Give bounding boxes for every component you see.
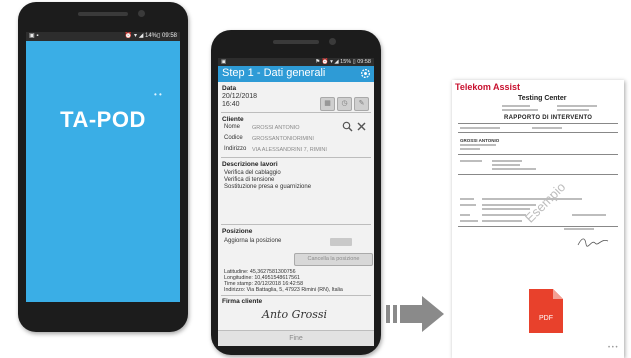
descrizione-line: Verifica del cablaggio xyxy=(224,170,281,176)
posizione-label: Posizione xyxy=(222,228,253,235)
time-value[interactable]: 16:40 xyxy=(222,101,240,108)
form-screen: ▣ ⚑ ⏰ ▾ ◢ 15% ▯ 09:58 Step 1 - Dati gene… xyxy=(218,58,374,346)
doc-text xyxy=(460,204,476,206)
doc-text xyxy=(572,214,606,216)
doc-text xyxy=(482,198,582,200)
settings-icon[interactable] xyxy=(360,68,371,79)
doc-text xyxy=(460,127,500,129)
cliente-label: Cliente xyxy=(222,116,244,123)
watermark: Esempio xyxy=(522,179,569,226)
aggiorna-toggle[interactable] xyxy=(330,238,352,246)
indirizzo-label: Indirizzo xyxy=(224,146,247,152)
clock-icon[interactable]: ◷ xyxy=(337,97,352,111)
doc-text xyxy=(460,214,470,216)
status-left: ▣ ▪ xyxy=(29,33,39,39)
doc-text xyxy=(492,160,522,162)
page-title: Step 1 - Dati generali xyxy=(222,67,326,79)
codice-field[interactable]: GROSSANTONIORIMINI xyxy=(252,136,314,142)
header-text xyxy=(502,105,530,107)
document-signature xyxy=(577,238,609,247)
app-bar: Step 1 - Dati generali xyxy=(218,66,374,82)
doc-text xyxy=(564,228,594,230)
status-bar: ▣ ⚑ ⏰ ▾ ◢ 15% ▯ 09:58 xyxy=(218,58,374,66)
doc-text xyxy=(532,127,562,129)
header-text xyxy=(557,105,597,107)
brand-name: Telekom Assist xyxy=(455,82,521,92)
nome-field[interactable]: GROSSI ANTONIO xyxy=(252,125,300,131)
divider xyxy=(221,157,371,158)
status-bar: ▣ ▪ ⏰ ▾ ◢ 14%▯ 09:58 xyxy=(26,32,180,41)
doc-text xyxy=(460,160,482,162)
search-icon[interactable] xyxy=(342,121,353,132)
nome-label: Nome xyxy=(224,124,241,130)
header-text xyxy=(502,109,538,111)
document-title: Testing Center xyxy=(518,95,567,102)
pdf-file-icon[interactable] xyxy=(529,289,563,333)
report-title: RAPPORTO DI INTERVENTO xyxy=(504,115,593,121)
phone-speaker xyxy=(78,12,128,16)
nav-bar xyxy=(26,304,180,324)
divider xyxy=(221,224,371,225)
doc-text xyxy=(460,220,478,222)
doc-text xyxy=(460,198,474,200)
doc-text xyxy=(482,214,526,216)
divider xyxy=(458,174,618,175)
arrow-right-icon xyxy=(386,296,444,332)
pdf-label: PDF xyxy=(539,315,553,322)
doc-text xyxy=(492,164,520,166)
aggiorna-posizione: Aggiorna la posizione xyxy=(224,238,282,244)
phone-camera xyxy=(138,10,145,17)
doc-text xyxy=(482,204,536,206)
divider xyxy=(458,226,618,227)
status-left: ▣ xyxy=(221,59,227,65)
phone-speaker xyxy=(273,40,319,44)
phone-form: ▣ ⚑ ⏰ ▾ ◢ 15% ▯ 09:58 Step 1 - Dati gene… xyxy=(211,30,381,355)
descrizione-line: Verifica di tensione xyxy=(224,177,275,183)
divider xyxy=(221,112,371,113)
header-text xyxy=(557,109,589,111)
divider xyxy=(458,154,618,155)
indirizzo-text: Indirizzo: Via Battaglia, 5, 47923 Rimin… xyxy=(224,287,343,293)
codice-label: Codice xyxy=(224,135,243,141)
app-logo: TA-POD xyxy=(60,107,146,132)
status-right: ⏰ ▾ ◢ 14%▯ 09:58 xyxy=(124,33,177,39)
more-dots-icon[interactable]: • • • xyxy=(608,345,618,351)
phone-splash: ▣ ▪ ⏰ ▾ ◢ 14%▯ 09:58 • • TA-POD xyxy=(18,2,188,332)
fine-button[interactable]: Fine xyxy=(218,330,374,346)
pen-icon[interactable]: ✎ xyxy=(354,97,369,111)
phone-camera xyxy=(329,38,336,45)
doc-text xyxy=(482,220,522,222)
firma-label: Firma cliente xyxy=(222,298,263,305)
cliente-name: GROSSI ANTONIO xyxy=(460,138,500,143)
divider xyxy=(221,295,371,296)
loading-dots: • • xyxy=(154,90,162,99)
indirizzo-field[interactable]: VIA ALESSANDRINI 7, RIMINI xyxy=(252,147,327,153)
doc-text xyxy=(482,208,530,210)
descrizione-label: Descrizione lavori xyxy=(222,161,278,168)
status-right: ⚑ ⏰ ▾ ◢ 15% ▯ 09:58 xyxy=(315,59,371,65)
doc-text xyxy=(460,148,480,150)
clear-icon[interactable] xyxy=(356,121,367,132)
doc-text xyxy=(460,144,496,146)
divider xyxy=(458,123,618,124)
data-label: Data xyxy=(222,85,237,92)
splash-screen: ▣ ▪ ⏰ ▾ ◢ 14%▯ 09:58 • • TA-POD xyxy=(26,32,180,302)
cancella-posizione-button[interactable]: Cancella la posizione xyxy=(294,253,373,266)
doc-text xyxy=(492,168,536,170)
divider xyxy=(458,132,618,133)
calendar-icon[interactable]: ▦ xyxy=(320,97,335,111)
date-value[interactable]: 20/12/2018 xyxy=(222,93,257,100)
signature-area[interactable]: Anto Grossi xyxy=(262,308,327,321)
descrizione-line: Sostituzione presa e guarnizione xyxy=(224,184,312,190)
report-document: Telekom Assist Testing Center RAPPORTO D… xyxy=(452,80,624,358)
